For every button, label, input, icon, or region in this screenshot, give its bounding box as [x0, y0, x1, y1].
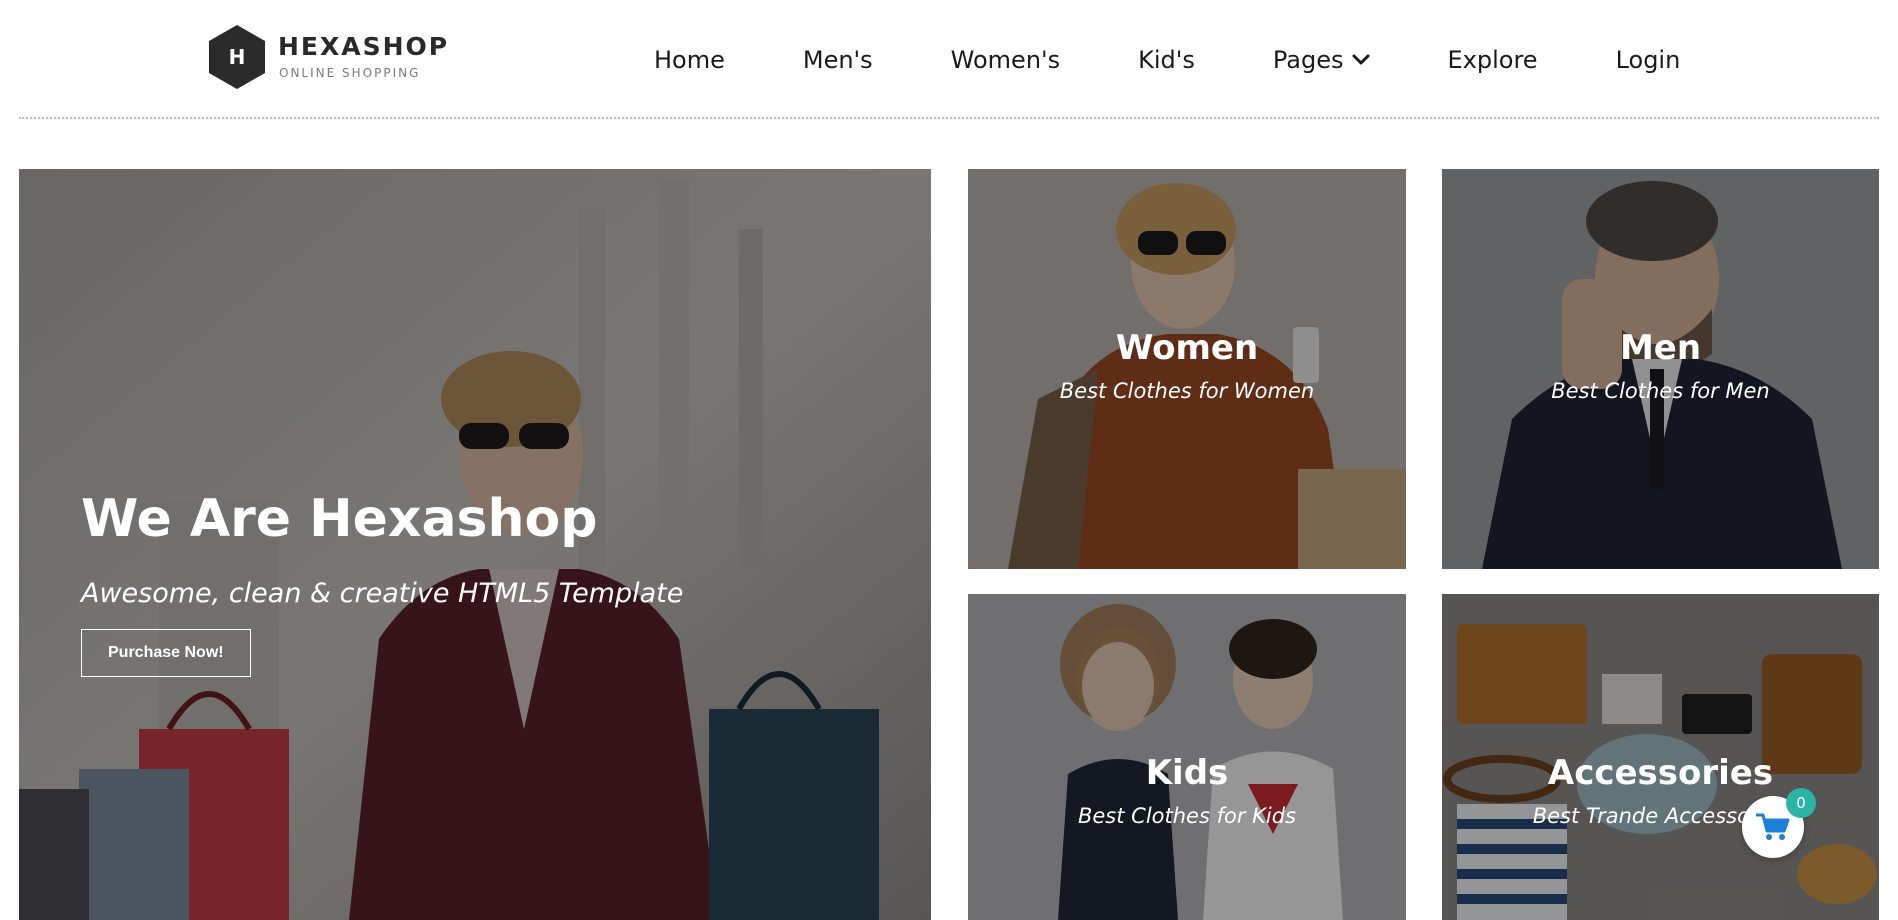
tile-title: Kids [1145, 753, 1229, 793]
nav-item-label: Women's [950, 46, 1061, 74]
hero-content: We Are Hexashop Awesome, clean & creativ… [81, 487, 683, 677]
hero-title: We Are Hexashop [81, 489, 598, 549]
floating-cart-button[interactable]: 0 [1742, 788, 1816, 858]
hero-subtitle: Awesome, clean & creative HTML5 Template [81, 578, 684, 609]
shopping-cart-icon [1756, 813, 1790, 840]
nav-item-label: Login [1615, 46, 1681, 74]
nav-item-label: Home [654, 46, 725, 74]
purchase-now-button[interactable]: Purchase Now! [81, 629, 251, 677]
tile-caption: Women Best Clothes for Women [968, 327, 1406, 405]
nav-item-mens[interactable]: Men's [803, 40, 873, 80]
nav-item-login[interactable]: Login [1616, 40, 1681, 80]
cart-count-badge: 0 [1786, 788, 1816, 818]
nav-item-womens[interactable]: Women's [951, 40, 1060, 80]
site-header: H HEXASHOP ONLINE SHOPPING Home Men's Wo… [0, 0, 1898, 119]
brand-tagline: ONLINE SHOPPING [279, 66, 421, 80]
nav-item-label: Kid's [1138, 46, 1195, 74]
nav-item-explore[interactable]: Explore [1448, 40, 1538, 80]
nav-item-label: Pages [1272, 46, 1344, 74]
nav-item-kids[interactable]: Kid's [1138, 40, 1195, 80]
tile-title: Men [1619, 328, 1702, 368]
brand-name: HEXASHOP [278, 32, 450, 61]
tile-caption: Kids Best Clothes for Kids [968, 752, 1406, 830]
logo-letter: H [229, 45, 246, 69]
tile-subtitle: Best Clothes for Kids [1077, 804, 1297, 828]
tile-title: Accessories [1547, 753, 1774, 793]
tile-subtitle: Best Clothes for Women [1059, 379, 1315, 403]
nav-item-pages[interactable]: Pages [1273, 40, 1370, 80]
hero-banner: We Are Hexashop Awesome, clean & creativ… [19, 169, 931, 920]
tile-subtitle: Best Clothes for Men [1551, 379, 1770, 403]
category-tile-kids[interactable]: Kids Best Clothes for Kids [968, 594, 1406, 920]
nav-item-label: Explore [1447, 46, 1538, 74]
hexagon-logo-icon: H [209, 25, 265, 89]
category-tile-men[interactable]: Men Best Clothes for Men [1442, 169, 1879, 569]
main-nav: Home Men's Women's Kid's Pages Explore L… [654, 40, 1680, 80]
header-divider [19, 117, 1879, 119]
tile-caption: Men Best Clothes for Men [1442, 327, 1879, 405]
brand-logo[interactable]: H HEXASHOP ONLINE SHOPPING [208, 24, 447, 90]
category-tile-accessories[interactable]: Accessories Best Trande Accessories [1442, 594, 1879, 920]
chevron-down-icon [1352, 54, 1369, 65]
nav-item-label: Men's [802, 46, 873, 74]
tile-caption: Accessories Best Trande Accessories [1442, 752, 1879, 830]
tile-title: Women [1115, 328, 1259, 368]
nav-item-home[interactable]: Home [654, 40, 725, 80]
category-tile-women[interactable]: Women Best Clothes for Women [968, 169, 1406, 569]
